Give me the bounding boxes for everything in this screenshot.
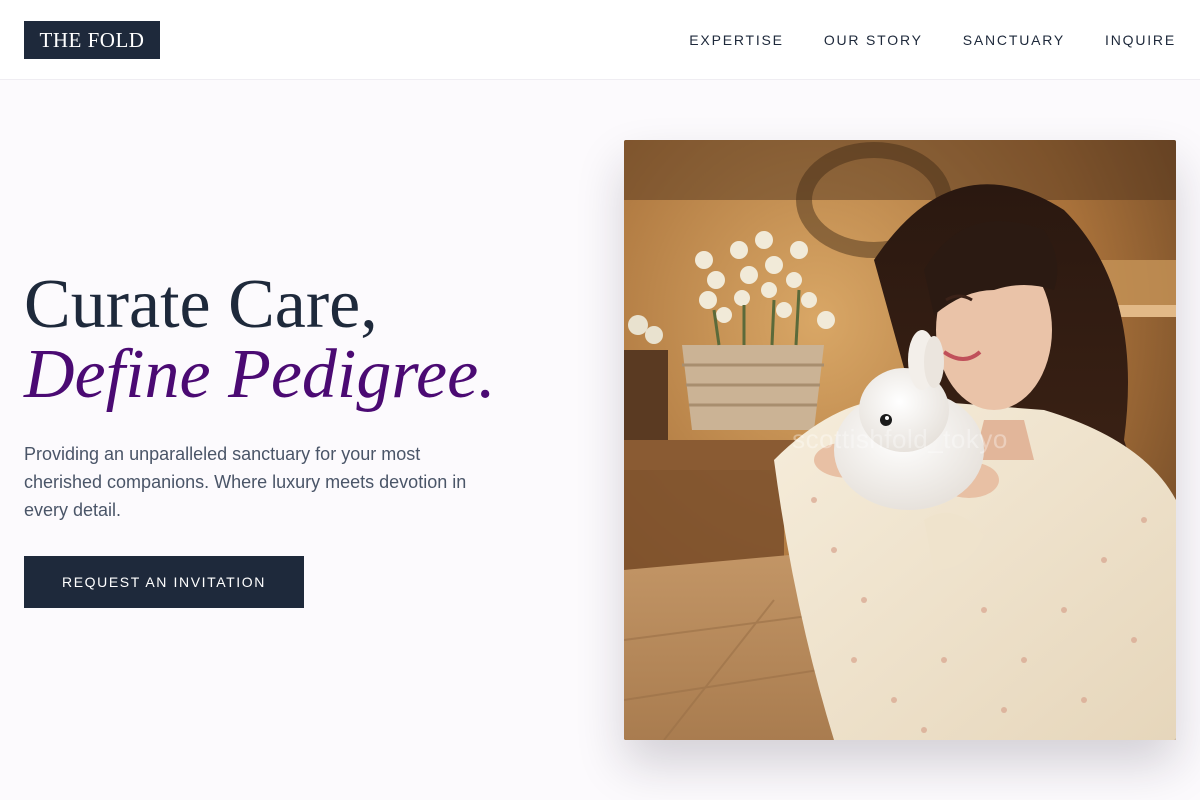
hero-headline-block: Curate Care, Define Pedigree.: [24, 270, 544, 410]
image-watermark: scottishfold_tokyo: [792, 424, 1008, 454]
brand-logo[interactable]: THE FOLD: [24, 21, 160, 59]
hero-headline: Curate Care, Define Pedigree.: [24, 270, 544, 410]
nav-link-sanctuary[interactable]: SANCTUARY: [963, 32, 1065, 48]
hero-subtitle: Providing an unparalleled sanctuary for …: [24, 444, 467, 520]
hero-photo: scottishfold_tokyo: [624, 140, 1176, 740]
request-invitation-button[interactable]: REQUEST AN INVITATION: [24, 556, 304, 608]
nav-link-expertise[interactable]: EXPERTISE: [689, 32, 784, 48]
headline-line-1: Curate Care,: [24, 266, 378, 343]
headline-line-2: Define Pedigree.: [24, 336, 496, 413]
top-nav: THE FOLD EXPERTISE OUR STORY SANCTUARY I…: [0, 0, 1200, 80]
nav-link-our-story[interactable]: OUR STORY: [824, 32, 923, 48]
nav-link-inquire[interactable]: INQUIRE: [1105, 32, 1176, 48]
nav-links: EXPERTISE OUR STORY SANCTUARY INQUIRE: [689, 0, 1176, 80]
